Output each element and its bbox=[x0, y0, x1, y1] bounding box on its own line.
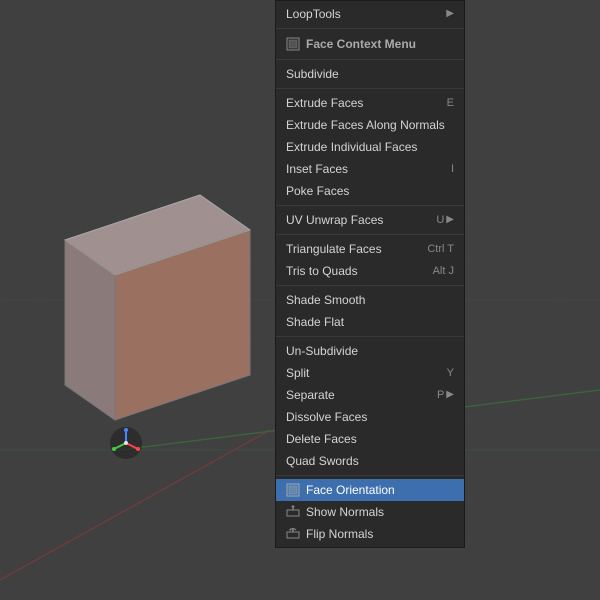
menu-item-loop-tools[interactable]: LoopTools ▶ bbox=[276, 3, 464, 25]
menu-item-extrude-faces[interactable]: Extrude Faces E bbox=[276, 92, 464, 114]
tris-to-quads-label: Tris to Quads bbox=[286, 262, 358, 280]
face-context-menu-label: Face Context Menu bbox=[306, 35, 416, 53]
menu-item-face-orientation[interactable]: Face Orientation bbox=[276, 479, 464, 501]
face-orientation-label: Face Orientation bbox=[306, 481, 395, 499]
uv-unwrap-shortcut: U bbox=[436, 211, 444, 229]
split-label: Split bbox=[286, 364, 309, 382]
menu-item-split[interactable]: Split Y bbox=[276, 362, 464, 384]
separator-1 bbox=[276, 28, 464, 29]
menu-item-un-subdivide[interactable]: Un-Subdivide bbox=[276, 340, 464, 362]
inset-faces-label: Inset Faces bbox=[286, 160, 348, 178]
flip-normals-icon bbox=[286, 527, 300, 541]
subdivide-label: Subdivide bbox=[286, 65, 339, 83]
menu-item-shade-flat[interactable]: Shade Flat bbox=[276, 311, 464, 333]
menu-item-subdivide[interactable]: Subdivide bbox=[276, 63, 464, 85]
menu-item-extrude-along-normals[interactable]: Extrude Faces Along Normals bbox=[276, 114, 464, 136]
extrude-faces-label: Extrude Faces bbox=[286, 94, 363, 112]
menu-item-poke-faces[interactable]: Poke Faces bbox=[276, 180, 464, 202]
shade-flat-label: Shade Flat bbox=[286, 313, 344, 331]
separate-shortcut: P bbox=[437, 386, 444, 404]
separator-6 bbox=[276, 285, 464, 286]
menu-item-uv-unwrap[interactable]: UV Unwrap Faces U ▶ bbox=[276, 209, 464, 231]
extrude-individual-label: Extrude Individual Faces bbox=[286, 138, 417, 156]
triangulate-shortcut: Ctrl T bbox=[427, 240, 454, 258]
delete-faces-label: Delete Faces bbox=[286, 430, 357, 448]
menu-item-triangulate[interactable]: Triangulate Faces Ctrl T bbox=[276, 238, 464, 260]
face-context-icon bbox=[286, 37, 300, 51]
menu-item-show-normals[interactable]: Show Normals bbox=[276, 501, 464, 523]
face-orientation-icon bbox=[286, 483, 300, 497]
tris-to-quads-shortcut: Alt J bbox=[433, 262, 454, 280]
split-shortcut: Y bbox=[447, 364, 454, 382]
flip-normals-label: Flip Normals bbox=[306, 525, 373, 543]
uv-unwrap-label: UV Unwrap Faces bbox=[286, 211, 383, 229]
menu-item-inset-faces[interactable]: Inset Faces I bbox=[276, 158, 464, 180]
menu-item-flip-normals[interactable]: Flip Normals bbox=[276, 523, 464, 545]
separator-3 bbox=[276, 88, 464, 89]
separate-arrow: ▶ bbox=[446, 386, 454, 404]
loop-tools-label: LoopTools bbox=[286, 5, 341, 23]
inset-faces-shortcut: I bbox=[451, 160, 454, 178]
shade-smooth-label: Shade Smooth bbox=[286, 291, 365, 309]
uv-unwrap-arrow: ▶ bbox=[446, 211, 454, 229]
extrude-along-normals-label: Extrude Faces Along Normals bbox=[286, 116, 445, 134]
menu-item-extrude-individual[interactable]: Extrude Individual Faces bbox=[276, 136, 464, 158]
triangulate-label: Triangulate Faces bbox=[286, 240, 382, 258]
separator-7 bbox=[276, 336, 464, 337]
extrude-faces-shortcut: E bbox=[447, 94, 454, 112]
quad-swords-label: Quad Swords bbox=[286, 452, 359, 470]
menu-item-delete-faces[interactable]: Delete Faces bbox=[276, 428, 464, 450]
menu-item-shade-smooth[interactable]: Shade Smooth bbox=[276, 289, 464, 311]
context-menu: LoopTools ▶ Face Context Menu Subdivide … bbox=[275, 0, 465, 548]
separator-5 bbox=[276, 234, 464, 235]
dissolve-faces-label: Dissolve Faces bbox=[286, 408, 367, 426]
separator-4 bbox=[276, 205, 464, 206]
show-normals-icon bbox=[286, 505, 300, 519]
menu-item-separate[interactable]: Separate P ▶ bbox=[276, 384, 464, 406]
show-normals-label: Show Normals bbox=[306, 503, 384, 521]
un-subdivide-label: Un-Subdivide bbox=[286, 342, 358, 360]
menu-header-face-context: Face Context Menu bbox=[276, 32, 464, 56]
menu-item-dissolve-faces[interactable]: Dissolve Faces bbox=[276, 406, 464, 428]
separator-8 bbox=[276, 475, 464, 476]
axis-indicator bbox=[108, 425, 144, 461]
poke-faces-label: Poke Faces bbox=[286, 182, 349, 200]
separate-label: Separate bbox=[286, 386, 335, 404]
separator-2 bbox=[276, 59, 464, 60]
menu-item-quad-swords[interactable]: Quad Swords bbox=[276, 450, 464, 472]
loop-tools-arrow: ▶ bbox=[446, 5, 454, 23]
menu-item-tris-to-quads[interactable]: Tris to Quads Alt J bbox=[276, 260, 464, 282]
